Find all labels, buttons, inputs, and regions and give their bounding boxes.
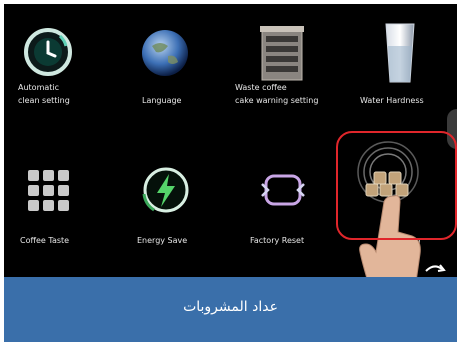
lightning-icon[interactable] xyxy=(140,164,192,216)
caption-text: عداد المشروبات xyxy=(183,299,278,315)
reset-icon[interactable] xyxy=(260,172,306,208)
caption-banner: عداد المشروبات xyxy=(4,277,457,342)
arrow-icon xyxy=(424,260,446,274)
clean-gear-icon[interactable] xyxy=(22,26,74,78)
label-coffee-taste: Coffee Taste xyxy=(20,236,70,245)
label-automatic-clean-2: clean setting xyxy=(18,96,70,105)
globe-icon[interactable] xyxy=(138,26,192,80)
counter-highlight xyxy=(336,131,457,240)
label-energy-save: Energy Save xyxy=(137,236,188,245)
label-language: Language xyxy=(142,96,182,105)
label-factory-reset: Factory Reset xyxy=(250,236,305,245)
grid-icon[interactable] xyxy=(28,170,70,212)
waste-bin-icon[interactable] xyxy=(260,24,304,82)
figure-frame: Automatic clean setting Language Waste c… xyxy=(0,0,461,345)
label-waste-coffee-2: cake warning setting xyxy=(235,96,319,105)
label-water-hardness: Water Hardness xyxy=(360,96,424,105)
label-automatic-clean: Automatic xyxy=(18,83,60,92)
water-glass-icon[interactable] xyxy=(382,22,418,84)
label-waste-coffee: Waste coffee xyxy=(235,83,287,92)
